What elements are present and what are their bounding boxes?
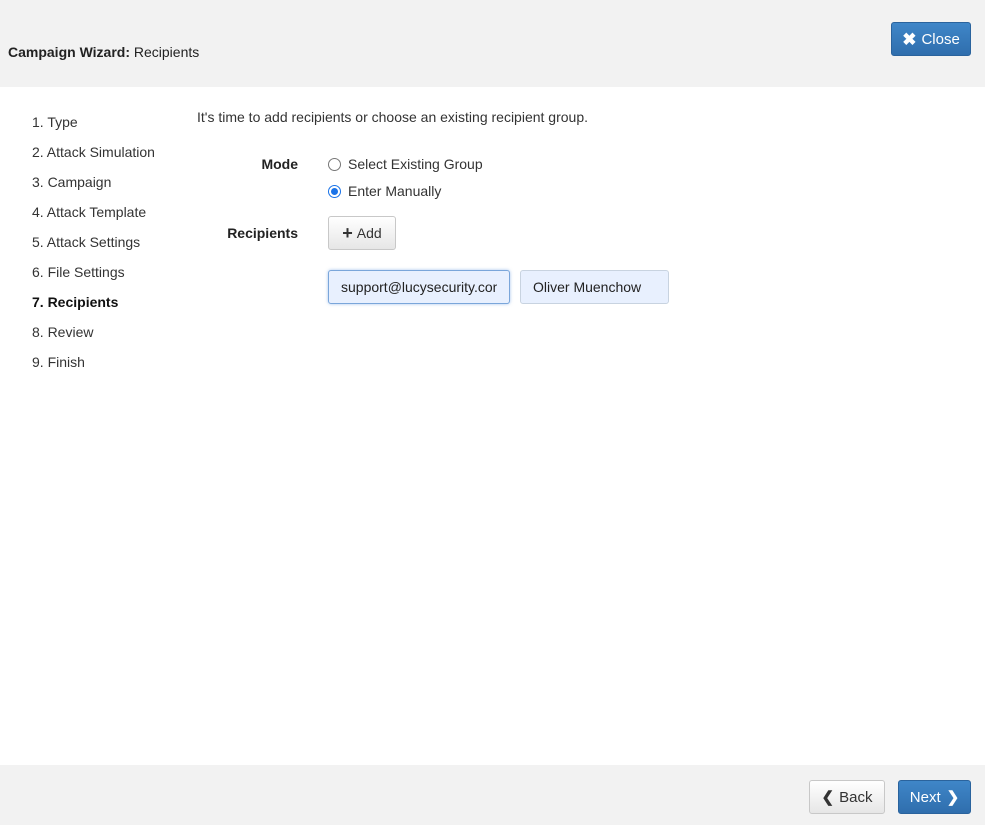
recipient-name-input[interactable] <box>520 270 669 304</box>
next-button[interactable]: Next ❯ <box>898 780 971 814</box>
close-label: Close <box>921 30 960 48</box>
step-item-attack-simulation: 2. Attack Simulation <box>32 144 155 160</box>
step-item-type: 1. Type <box>32 114 78 130</box>
close-button[interactable]: ✖ Close <box>891 22 971 56</box>
next-label: Next <box>909 788 941 806</box>
add-label: Add <box>356 225 382 241</box>
mode-label: Mode <box>261 156 298 172</box>
intro-text: It's time to add recipients or choose an… <box>197 109 588 125</box>
page-title: Campaign Wizard: Recipients <box>8 44 199 60</box>
radio-enter-manually[interactable] <box>328 184 341 198</box>
wizard-steps-list: 1. Type 2. Attack Simulation 3. Campaign… <box>32 113 155 383</box>
step-item-campaign: 3. Campaign <box>32 174 112 190</box>
step-item-finish: 9. Finish <box>32 354 85 370</box>
mode-option-select-existing-group[interactable]: Select Existing Group <box>328 156 483 172</box>
wizard-footer: ❮ Back Next ❯ <box>0 765 985 825</box>
step-item-attack-template: 4. Attack Template <box>32 204 147 220</box>
mode-option-enter-manually[interactable]: Enter Manually <box>328 183 441 199</box>
chevron-right-icon: ❯ <box>946 789 960 806</box>
wizard-title-label: Campaign Wizard: <box>8 44 130 60</box>
recipient-email-input[interactable] <box>328 270 510 304</box>
close-icon: ✖ <box>902 29 917 49</box>
radio-label-select-existing-group: Select Existing Group <box>348 156 483 172</box>
chevron-left-icon: ❮ <box>821 789 835 806</box>
step-item-review: 8. Review <box>32 324 94 340</box>
step-item-recipients: 7. Recipients <box>32 294 119 310</box>
recipients-label: Recipients <box>227 225 298 241</box>
radio-select-existing-group[interactable] <box>328 157 341 171</box>
back-label: Back <box>839 788 873 806</box>
back-button[interactable]: ❮ Back <box>809 780 885 814</box>
step-item-attack-settings: 5. Attack Settings <box>32 234 141 250</box>
radio-label-enter-manually: Enter Manually <box>348 183 442 199</box>
wizard-step-title: Recipients <box>130 44 200 60</box>
add-recipient-button[interactable]: + Add <box>328 216 396 250</box>
wizard-header: Campaign Wizard: Recipients ✖ Close <box>0 0 985 87</box>
step-item-file-settings: 6. File Settings <box>32 264 125 280</box>
plus-icon: + <box>342 223 353 243</box>
campaign-wizard-page: Campaign Wizard: Recipients ✖ Close 1. T… <box>0 0 985 825</box>
